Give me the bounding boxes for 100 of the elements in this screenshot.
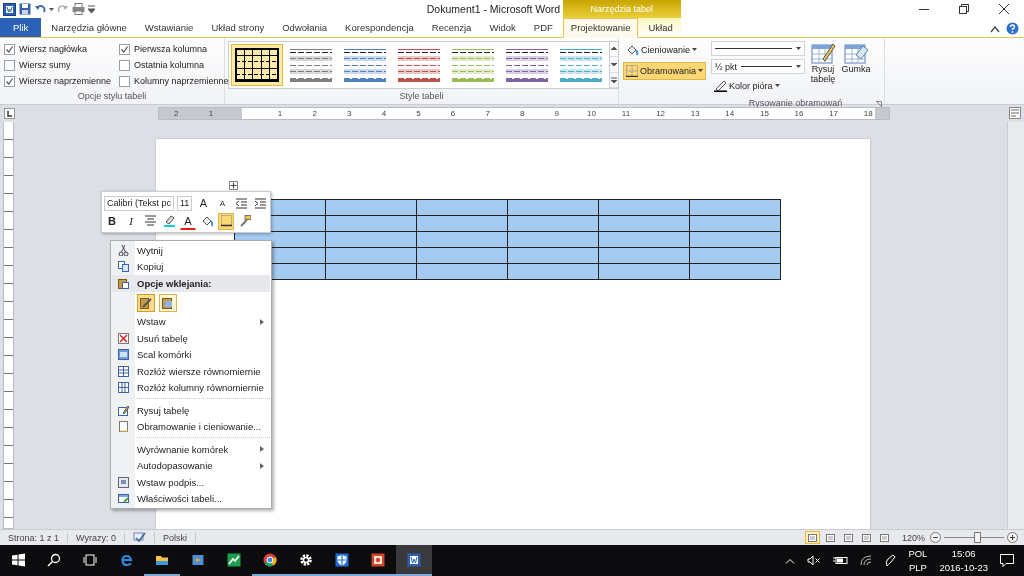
ribbon-tab[interactable]: Korespondencja (337, 18, 422, 37)
table-style-option[interactable] (231, 44, 283, 86)
zoom-slider-thumb[interactable] (974, 532, 981, 544)
table-cell[interactable] (416, 199, 508, 216)
ruler-toggle-icon[interactable] (1009, 107, 1021, 120)
restore-icon[interactable] (959, 4, 969, 14)
app-icon[interactable] (3, 2, 16, 16)
menu-item[interactable]: Kopiuj (112, 258, 270, 275)
decrease-indent-icon[interactable] (235, 197, 247, 209)
menu-item[interactable]: Autodopasowanie (112, 457, 270, 474)
checkbox[interactable] (119, 43, 131, 55)
ribbon-tab[interactable]: Wstawianie (136, 18, 202, 37)
ribbon-tab[interactable]: Projektowanie (562, 18, 639, 38)
scroll-down-icon[interactable] (610, 60, 618, 69)
ribbon-button[interactable]: Obramowania (623, 62, 707, 80)
font-name-field[interactable]: Calibri (Tekst pc (104, 195, 174, 211)
ribbon-tab[interactable]: Widok (481, 18, 524, 37)
save-icon[interactable] (19, 3, 31, 15)
chevron-up-icon[interactable] (785, 557, 796, 564)
menu-item[interactable]: Usuń tabelę (112, 330, 270, 347)
paste-option-button[interactable] (159, 293, 177, 312)
printer-icon[interactable] (72, 3, 85, 15)
input-language-indicator[interactable]: POL PLP (908, 546, 928, 575)
dropdown-arrow-icon (692, 48, 698, 52)
ribbon-tab[interactable]: Układ strony (203, 18, 273, 37)
bold-button[interactable]: B (104, 212, 120, 230)
zoom-level[interactable]: 120% (901, 532, 925, 543)
ribbon-tab[interactable]: Recenzja (423, 18, 480, 37)
menu-item[interactable]: Wytnij (112, 242, 270, 259)
menu-item[interactable]: Właściwości tabeli... (112, 490, 270, 507)
menu-item[interactable]: Rozłóż wiersze równomiernie (112, 363, 270, 380)
collapse-ribbon-icon[interactable] (990, 24, 1000, 33)
menu-item[interactable]: Wstaw podpis... (112, 474, 270, 491)
table-eraser-icon (843, 41, 869, 64)
ribbon-tab[interactable]: Narzędzia główne (43, 18, 135, 37)
checkbox[interactable] (4, 75, 15, 87)
ruler-number: 6 (450, 108, 456, 118)
ruler-number: 2 (312, 108, 317, 118)
file-tab[interactable]: Plik (0, 18, 42, 37)
zoom-in-icon[interactable] (1007, 532, 1018, 544)
speaker-muted-icon[interactable] (807, 555, 822, 567)
word-count[interactable]: Wyrazy: 0 (76, 532, 116, 543)
tab-selector-icon[interactable] (4, 107, 15, 119)
table-cell[interactable] (325, 199, 417, 216)
scissors-icon (117, 244, 129, 256)
undo-icon[interactable] (34, 3, 46, 15)
proofing-icon[interactable] (132, 532, 146, 544)
font-color-button[interactable]: A (180, 212, 196, 230)
font-size-field[interactable]: 11 (177, 195, 193, 211)
help-icon[interactable] (1006, 22, 1019, 35)
menu-item[interactable]: Rysuj tabelę (112, 402, 270, 419)
clipboard-picture-icon (162, 296, 174, 309)
table-cell[interactable] (598, 199, 690, 216)
grow-font-button[interactable]: A (195, 194, 212, 212)
pen-icon[interactable] (884, 554, 897, 568)
submenu-arrow-icon (260, 318, 264, 325)
checkbox[interactable] (4, 59, 15, 71)
increase-indent-icon[interactable] (254, 197, 266, 209)
table-cell[interactable] (507, 199, 599, 216)
taskbar-button[interactable] (396, 545, 432, 576)
zoom-out-icon[interactable] (930, 532, 941, 544)
browser-icon (119, 552, 133, 567)
line-weight-dropdown[interactable]: ½ pkt (711, 59, 805, 74)
wifi-icon[interactable] (860, 555, 873, 567)
dialog-launcher-icon[interactable] (876, 101, 882, 107)
clock[interactable]: 15:06 2016-10-23 (939, 546, 988, 575)
ribbon-tab[interactable]: PDF (525, 18, 561, 37)
menu-item[interactable]: Rozłóż kolumny równomiernie (112, 379, 270, 396)
chart-app-icon (227, 552, 241, 567)
paste-option-button[interactable] (137, 293, 155, 312)
page-count[interactable]: Strona: 1 z 1 (8, 532, 60, 543)
borders-button[interactable] (218, 212, 234, 230)
menu-item[interactable]: Wyrównanie komórek (112, 441, 270, 458)
ruler-number: 4 (381, 108, 387, 118)
ribbon-button[interactable]: Gumka (841, 41, 871, 74)
ribbon-tab[interactable]: Odwołania (274, 18, 336, 37)
checkbox[interactable] (119, 75, 131, 87)
menu-item[interactable]: Obramowanie i cieniowanie... (112, 418, 270, 435)
table-move-handle-icon[interactable] (229, 181, 238, 190)
checkbox[interactable] (4, 43, 15, 55)
close-icon[interactable] (999, 4, 1009, 14)
language-indicator[interactable]: Polski (162, 532, 187, 543)
pen-color-button[interactable]: Kolor pióra (711, 77, 805, 95)
menu-item[interactable]: Scal komórki (112, 346, 270, 363)
menu-item[interactable]: Wstaw (112, 313, 270, 330)
ribbon-button[interactable]: Cieniowanie (623, 41, 707, 59)
shrink-font-button[interactable]: A (214, 194, 231, 212)
italic-button[interactable]: I (123, 212, 139, 230)
vertical-scrollbar[interactable] (1007, 121, 1024, 530)
checkbox[interactable] (119, 59, 131, 71)
line-style-dropdown[interactable] (711, 41, 805, 56)
battery-icon[interactable] (833, 556, 849, 566)
ribbon-tab[interactable]: Układ (640, 18, 681, 37)
table-cell[interactable] (689, 199, 781, 216)
gallery-more-icon[interactable] (610, 75, 618, 84)
customize-toolbar-icon[interactable] (88, 3, 95, 15)
notifications-icon[interactable] (1000, 554, 1014, 568)
view-button[interactable] (804, 531, 820, 545)
dropdown-arrow-icon (698, 69, 704, 73)
ribbon-button[interactable]: Rysuj tabelę (808, 41, 838, 84)
